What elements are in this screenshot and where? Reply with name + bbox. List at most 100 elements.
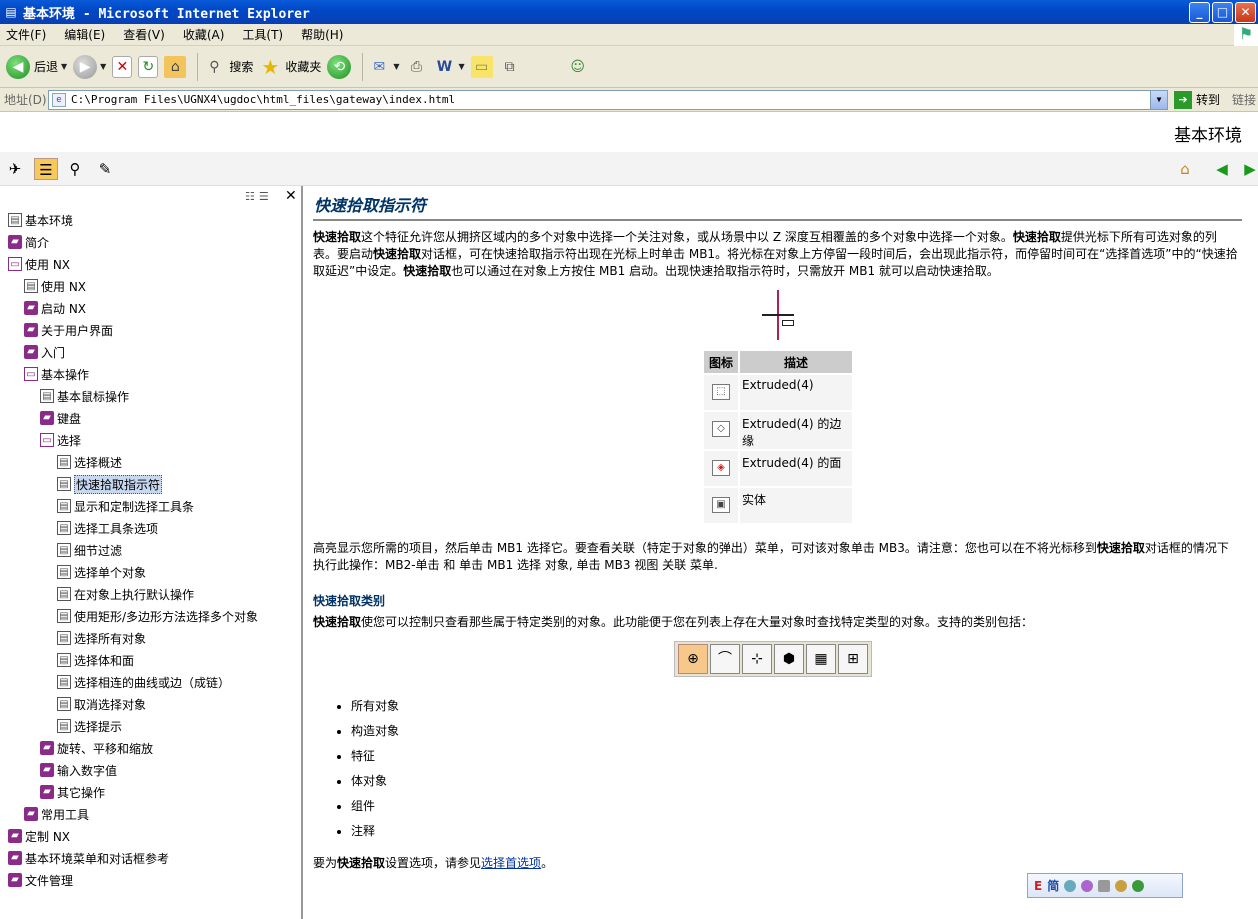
list-item: 体对象 bbox=[351, 769, 399, 794]
construction-objects-icon[interactable]: ⌒ bbox=[710, 644, 740, 674]
mail-dropdown-icon[interactable]: ▼ bbox=[393, 62, 399, 71]
tree-item[interactable]: ▰ 键盘 bbox=[40, 409, 81, 427]
tree-item[interactable]: ▤ 快速拾取指示符 bbox=[57, 474, 163, 494]
book-icon: ▰ bbox=[24, 807, 38, 821]
tree-item[interactable]: ▭ 基本操作 bbox=[24, 365, 89, 383]
research-icon[interactable]: ⧉ bbox=[499, 56, 521, 78]
ime-english-indicator[interactable]: E bbox=[1034, 879, 1042, 893]
tree-item[interactable]: ▰ 基本环境菜单和对话框参考 bbox=[8, 849, 169, 867]
discuss-icon[interactable]: ▭ bbox=[470, 55, 493, 78]
tree-item-label: 选择体和面 bbox=[74, 653, 135, 668]
list-item: 特征 bbox=[351, 744, 399, 769]
search-icon[interactable]: ⚲ bbox=[63, 158, 87, 180]
close-button[interactable]: ✕ bbox=[1235, 2, 1256, 23]
go-button[interactable]: ➔ 转到 bbox=[1174, 90, 1220, 109]
tree-item[interactable]: ▰ 其它操作 bbox=[40, 783, 105, 801]
menu-help[interactable]: 帮助(H) bbox=[301, 26, 343, 43]
tree-item[interactable]: ▰ 文件管理 bbox=[8, 871, 73, 889]
home-icon[interactable]: ⌂ bbox=[1173, 158, 1197, 180]
tree-view-toggle-icon[interactable]: ☷☰ bbox=[245, 190, 273, 203]
features-icon[interactable]: ⊹ bbox=[742, 644, 772, 674]
book-icon: ▰ bbox=[40, 785, 54, 799]
menu-tools[interactable]: 工具(T) bbox=[242, 26, 283, 43]
tree-item[interactable]: ▤ 使用 NX bbox=[24, 277, 86, 295]
favorites-button[interactable]: ★ 收藏夹 bbox=[259, 56, 321, 78]
tree-item[interactable]: ▤ 选择概述 bbox=[57, 453, 122, 471]
tree-item[interactable]: ▤ 选择提示 bbox=[57, 717, 122, 735]
components-icon[interactable]: ▦ bbox=[806, 644, 836, 674]
edit-button[interactable]: W ▼ bbox=[434, 56, 465, 78]
tree-item-label: 输入数字值 bbox=[57, 763, 118, 778]
extruded-icon: ⬚ bbox=[712, 384, 730, 400]
menu-view[interactable]: 查看(V) bbox=[123, 26, 165, 43]
face-icon: ◈ bbox=[712, 460, 730, 476]
ime-punct-icon[interactable] bbox=[1064, 879, 1077, 892]
tree-item[interactable]: ▤ 选择单个对象 bbox=[57, 563, 146, 581]
next-page-icon[interactable]: ▶ bbox=[1238, 158, 1258, 180]
minimize-button[interactable]: _ bbox=[1189, 2, 1210, 23]
annotations-icon[interactable]: ⊞ bbox=[838, 644, 868, 674]
tree-item[interactable]: ▤ 选择体和面 bbox=[57, 651, 134, 669]
ime-keyboard-icon[interactable] bbox=[1098, 879, 1111, 892]
ime-chinese-indicator[interactable]: 简 bbox=[1047, 877, 1059, 894]
categories-paragraph: 快速拾取使您可以控制只查看那些属于特定类别的对象。此功能便于您在列表上存在大量对… bbox=[313, 614, 1238, 631]
maximize-button[interactable]: □ bbox=[1212, 2, 1233, 23]
ime-help-icon[interactable] bbox=[1132, 879, 1145, 892]
messenger-icon[interactable]: ☺ bbox=[567, 56, 589, 78]
tree-item[interactable]: ▤ 取消选择对象 bbox=[57, 695, 146, 713]
ime-toolbar[interactable]: E 简 bbox=[1027, 873, 1183, 898]
mail-button[interactable]: ✉ ▼ bbox=[368, 56, 399, 78]
forward-button[interactable]: ▶ ▼ bbox=[73, 54, 106, 79]
tree-item[interactable]: ▰ 旋转、平移和缩放 bbox=[40, 739, 153, 757]
tree-item[interactable]: ▤ 显示和定制选择工具条 bbox=[57, 497, 194, 515]
menu-favorites[interactable]: 收藏(A) bbox=[183, 26, 225, 43]
tree-item[interactable]: ▤ 基本鼠标操作 bbox=[40, 387, 129, 405]
toolbar-separator bbox=[197, 52, 199, 81]
tree-item[interactable]: ▤ 使用矩形/多边形方法选择多个对象 bbox=[57, 607, 258, 625]
address-dropdown-icon[interactable]: ▼ bbox=[1150, 90, 1167, 109]
close-pane-icon[interactable]: ✕ bbox=[285, 188, 297, 204]
tree-item[interactable]: ▰ 入门 bbox=[24, 343, 65, 361]
tree-item[interactable]: ▰ 定制 NX bbox=[8, 827, 70, 845]
ime-settings-icon[interactable] bbox=[1115, 879, 1128, 892]
stop-icon[interactable]: ✕ bbox=[112, 55, 133, 78]
refresh-icon[interactable]: ↻ bbox=[138, 55, 159, 78]
links-label[interactable]: 链接 bbox=[1232, 91, 1256, 108]
search-button[interactable]: ⚲ 搜索 bbox=[203, 56, 253, 78]
history-icon[interactable]: ⟲ bbox=[327, 54, 352, 79]
home-icon[interactable]: ⌂ bbox=[164, 55, 187, 78]
tree-item[interactable]: ▤ 选择所有对象 bbox=[57, 629, 146, 647]
tree-item[interactable]: ▰ 关于用户界面 bbox=[24, 321, 113, 339]
tree-item[interactable]: ▭ 选择 bbox=[40, 431, 81, 449]
menu-file[interactable]: 文件(F) bbox=[6, 26, 46, 43]
tree-item[interactable]: ▰ 启动 NX bbox=[24, 299, 86, 317]
index-icon[interactable]: ✎ bbox=[93, 158, 117, 180]
tree-item[interactable]: ▤ 在对象上执行默认操作 bbox=[57, 585, 194, 603]
tree-item[interactable]: ▰ 简介 bbox=[8, 233, 49, 251]
hide-navigation-icon[interactable]: ✈ bbox=[3, 158, 27, 180]
tree-item[interactable]: ▤ 细节过滤 bbox=[57, 541, 122, 559]
edit-dropdown-icon[interactable]: ▼ bbox=[459, 62, 465, 71]
tree-item[interactable]: ▰ 常用工具 bbox=[24, 805, 89, 823]
ime-moon-icon[interactable] bbox=[1081, 879, 1094, 892]
tree-item[interactable]: ▤ 选择工具条选项 bbox=[57, 519, 158, 537]
print-icon[interactable]: ⎙ bbox=[406, 56, 428, 78]
tree-item[interactable]: ▰ 输入数字值 bbox=[40, 761, 117, 779]
selection-preferences-link[interactable]: 选择首选项 bbox=[481, 856, 541, 870]
tree-item-label: 选择提示 bbox=[74, 719, 123, 734]
tree-item[interactable]: ▭ 使用 NX bbox=[8, 255, 70, 273]
address-input[interactable]: e C:\Program Files\UGNX4\ugdoc\html_file… bbox=[48, 89, 1168, 110]
back-button[interactable]: ◀ 后退 ▼ bbox=[6, 54, 67, 79]
tree-item[interactable]: ▤ 选择相连的曲线或边（成链） bbox=[57, 673, 230, 691]
tree-item[interactable]: ▤ 基本环境 bbox=[8, 211, 73, 229]
back-dropdown-icon[interactable]: ▼ bbox=[61, 62, 67, 71]
forward-dropdown-icon[interactable]: ▼ bbox=[100, 62, 106, 71]
body-objects-icon[interactable]: ⬢ bbox=[774, 644, 804, 674]
contents-icon[interactable]: ☰ bbox=[34, 158, 58, 180]
menu-edit[interactable]: 编辑(E) bbox=[64, 26, 105, 43]
previous-page-icon[interactable]: ◀ bbox=[1210, 158, 1234, 180]
all-objects-icon[interactable]: ⊕ bbox=[678, 644, 708, 674]
term-quickpick: 快速拾取 bbox=[373, 247, 422, 261]
document-header: 基本环境 bbox=[0, 112, 1258, 152]
text-span: 高亮显示您所需的项目，然后单击 MB1 选择它。要查看关联（特定于对象的弹出）菜… bbox=[313, 541, 1097, 555]
